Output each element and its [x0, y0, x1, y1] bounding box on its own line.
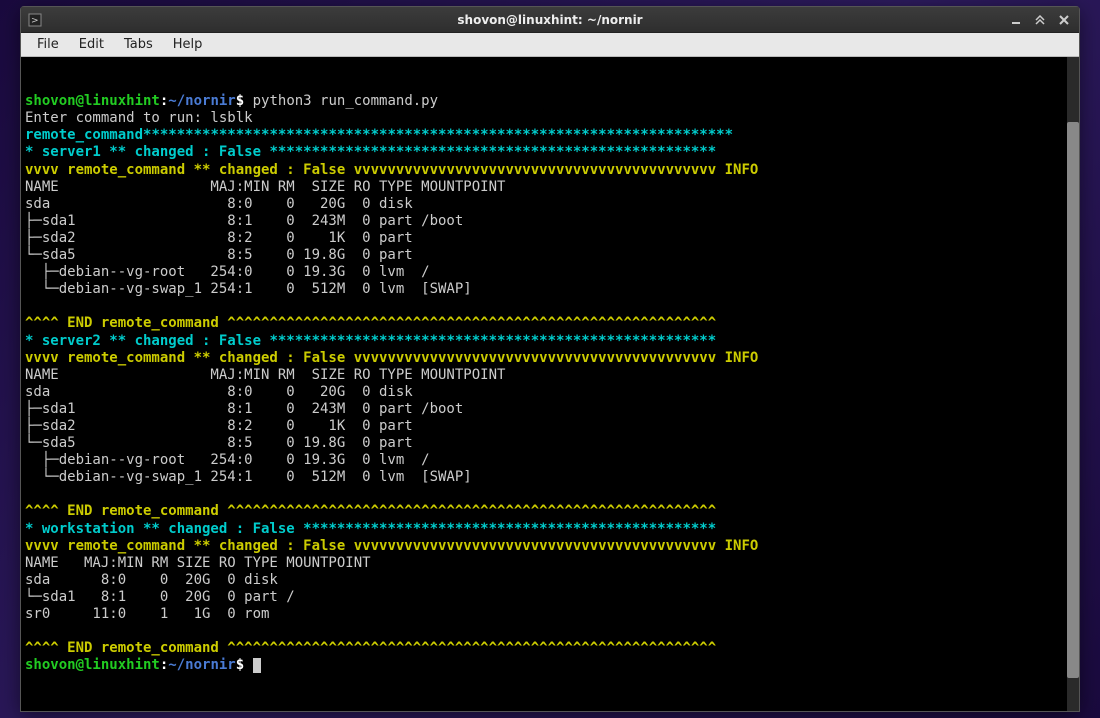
lsblk-row: ├─sda2 8:2 0 1K 0 part [25, 230, 421, 246]
menu-tabs[interactable]: Tabs [114, 35, 163, 54]
titlebar[interactable]: > shovon@linuxhint: ~/nornir [21, 7, 1079, 33]
terminal-area[interactable]: shovon@linuxhint:~/nornir$ python3 run_c… [21, 57, 1079, 711]
prompt-dollar: $ [236, 93, 244, 109]
lsblk-row: └─debian--vg-swap_1 254:1 0 512M 0 lvm [… [25, 281, 472, 297]
task-header-stars: ****************************************… [143, 127, 733, 143]
server1-header: * server1 ** changed : False [25, 144, 269, 160]
lsblk-row: ├─debian--vg-root 254:0 0 19.3G 0 lvm / [25, 452, 430, 468]
end-header-3: ^^^^ END remote_command [25, 640, 227, 656]
end-carets-2: ^^^^^^^^^^^^^^^^^^^^^^^^^^^^^^^^^^^^^^^^… [227, 503, 716, 519]
lsblk-row: └─sda5 8:5 0 19.8G 0 part [25, 247, 421, 263]
prompt-userhost: shovon@linuxhint [25, 93, 160, 109]
lsblk-row: ├─sda1 8:1 0 243M 0 part /boot [25, 401, 463, 417]
menubar: File Edit Tabs Help [21, 33, 1079, 57]
prompt-input-line: Enter command to run: lsblk [25, 110, 253, 126]
server1-header-stars: ****************************************… [269, 144, 716, 160]
scrollbar-thumb[interactable] [1067, 122, 1079, 678]
lsblk-header: NAME MAJ:MIN RM SIZE RO TYPE MOUNTPOINT [25, 179, 505, 195]
end-carets-3: ^^^^^^^^^^^^^^^^^^^^^^^^^^^^^^^^^^^^^^^^… [227, 640, 716, 656]
prompt-path: ~/nornir [168, 93, 235, 109]
workstation-header-stars: ****************************************… [303, 521, 716, 537]
prompt-userhost-2: shovon@linuxhint [25, 657, 160, 673]
lsblk-row: └─sda1 8:1 0 20G 0 part / [25, 589, 295, 605]
window-title: shovon@linuxhint: ~/nornir [457, 13, 642, 27]
terminal-cursor [253, 658, 261, 673]
server2-header-stars: ****************************************… [269, 333, 716, 349]
end-header-2: ^^^^ END remote_command [25, 503, 227, 519]
terminal-window: > shovon@linuxhint: ~/nornir File Edit T… [20, 6, 1080, 712]
vv-header-3-v: vvvvvvvvvvvvvvvvvvvvvvvvvvvvvvvvvvvvvvvv… [354, 538, 716, 554]
workstation-header: * workstation ** changed : False [25, 521, 303, 537]
lsblk-row: sda 8:0 0 20G 0 disk [25, 196, 421, 212]
menu-help[interactable]: Help [163, 35, 213, 54]
lsblk-row: sda 8:0 0 20G 0 disk [25, 572, 286, 588]
minimize-button[interactable] [1009, 13, 1023, 27]
menu-file[interactable]: File [27, 35, 69, 54]
vv-header: vvvv remote_command ** changed : False [25, 162, 354, 178]
svg-text:>: > [31, 16, 39, 26]
prompt-path-2: ~/nornir [168, 657, 235, 673]
lsblk-row: ├─debian--vg-root 254:0 0 19.3G 0 lvm / [25, 264, 430, 280]
prompt-dollar-2: $ [236, 657, 244, 673]
vv-header-3: vvvv remote_command ** changed : False [25, 538, 354, 554]
server2-header: * server2 ** changed : False [25, 333, 269, 349]
app-icon: > [27, 12, 43, 28]
end-carets: ^^^^^^^^^^^^^^^^^^^^^^^^^^^^^^^^^^^^^^^^… [227, 315, 716, 331]
window-controls [1009, 13, 1079, 27]
close-button[interactable] [1057, 13, 1071, 27]
lsblk-row: └─debian--vg-swap_1 254:1 0 512M 0 lvm [… [25, 469, 472, 485]
lsblk-row: └─sda5 8:5 0 19.8G 0 part [25, 435, 421, 451]
vv-info: INFO [716, 162, 758, 178]
lsblk-row: sr0 11:0 1 1G 0 rom [25, 606, 286, 622]
terminal-output: shovon@linuxhint:~/nornir$ python3 run_c… [25, 93, 1075, 674]
end-header: ^^^^ END remote_command [25, 315, 227, 331]
lsblk-row: ├─sda2 8:2 0 1K 0 part [25, 418, 421, 434]
lsblk-row: sda 8:0 0 20G 0 disk [25, 384, 421, 400]
maximize-button[interactable] [1033, 13, 1047, 27]
task-header: remote_command [25, 127, 143, 143]
vv-header-v: vvvvvvvvvvvvvvvvvvvvvvvvvvvvvvvvvvvvvvvv… [354, 162, 716, 178]
menu-edit[interactable]: Edit [69, 35, 114, 54]
vv-header-2: vvvv remote_command ** changed : False [25, 350, 354, 366]
lsblk-ws-header: NAME MAJ:MIN RM SIZE RO TYPE MOUNTPOINT [25, 555, 371, 571]
cmd-line: python3 run_command.py [244, 93, 438, 109]
scrollbar-track[interactable] [1067, 57, 1079, 711]
vv-info-2: INFO [716, 350, 758, 366]
lsblk-row: ├─sda1 8:1 0 243M 0 part /boot [25, 213, 463, 229]
vv-header-2-v: vvvvvvvvvvvvvvvvvvvvvvvvvvvvvvvvvvvvvvvv… [354, 350, 716, 366]
vv-info-3: INFO [716, 538, 758, 554]
lsblk-header-2: NAME MAJ:MIN RM SIZE RO TYPE MOUNTPOINT [25, 367, 505, 383]
